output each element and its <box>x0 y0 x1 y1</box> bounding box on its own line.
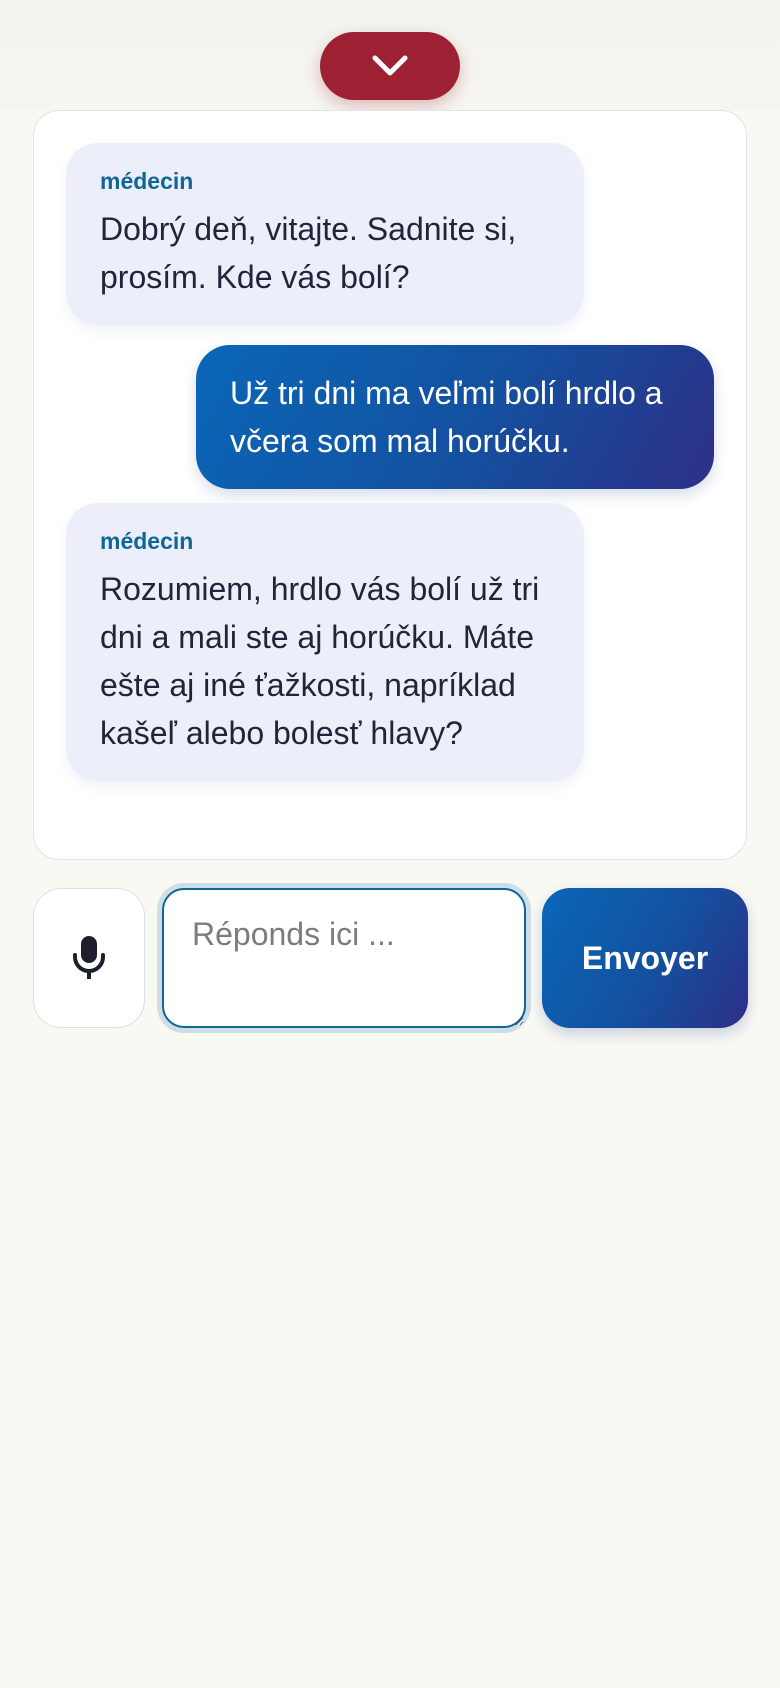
microphone-icon <box>73 936 105 979</box>
doctor-message-bubble: médecin Dobrý deň, vitajte. Sadnite si, … <box>66 143 584 325</box>
message-text: Dobrý deň, vitajte. Sadnite si, prosím. … <box>100 211 517 295</box>
message-sender-label: médecin <box>100 528 194 554</box>
message-text: Už tri dni ma veľmi bolí hrdlo a včera s… <box>230 375 663 459</box>
patient-message-bubble: Už tri dni ma veľmi bolí hrdlo a včera s… <box>196 345 714 489</box>
chat-panel: médecin Dobrý deň, vitajte. Sadnite si, … <box>33 110 747 860</box>
chevron-down-icon <box>372 55 408 76</box>
microphone-button[interactable] <box>33 888 145 1028</box>
message-sender-label: médecin <box>100 168 194 194</box>
reply-input[interactable] <box>162 888 526 1028</box>
message-text: Rozumiem, hrdlo vás bolí už tri dni a ma… <box>100 571 540 751</box>
collapse-button[interactable] <box>320 32 460 100</box>
doctor-message-bubble: médecin Rozumiem, hrdlo vás bolí už tri … <box>66 503 584 781</box>
send-button[interactable]: Envoyer <box>542 888 748 1028</box>
